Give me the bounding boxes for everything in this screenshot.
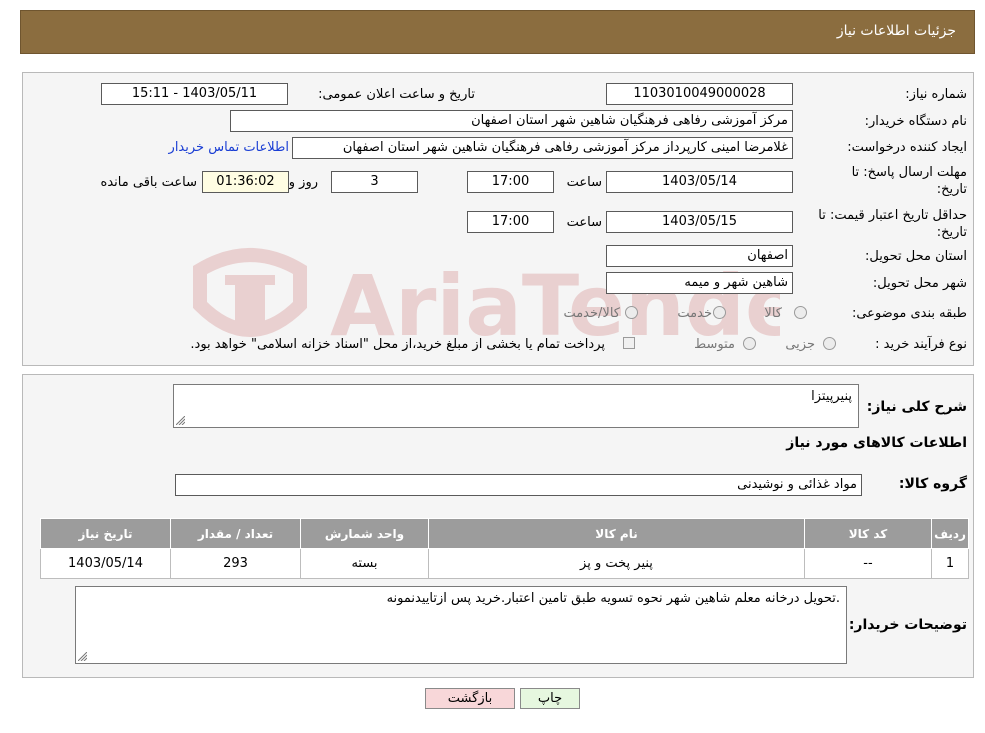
buyer-org-field[interactable]: مرکز آموزشی رفاهی فرهنگیان شاهین شهر است… — [230, 110, 793, 132]
resize-grip-icon[interactable] — [78, 652, 87, 661]
buyer-notes-text: .تحویل درخانه معلم شاهین شهر نحوه تسویه … — [386, 591, 840, 606]
table-header-row: ردیف کد کالا نام کالا واحد شمارش تعداد /… — [40, 518, 969, 549]
deadline-time-field[interactable]: 17:00 — [467, 171, 554, 193]
print-button[interactable]: چاپ — [520, 688, 580, 709]
process-minor-radio[interactable] — [823, 337, 836, 350]
back-button[interactable]: بازگشت — [425, 688, 515, 709]
col-goods-code: کد کالا — [804, 518, 932, 549]
announce-date-label: تاریخ و ساعت اعلان عمومی: — [318, 87, 475, 102]
province-label: استان محل تحویل: — [865, 249, 967, 264]
process-medium-label: متوسط — [694, 337, 735, 352]
category-label: طبقه بندی موضوعی: — [851, 306, 967, 321]
col-row-number: ردیف — [931, 518, 969, 549]
validity-label-date: تاریخ: — [936, 225, 967, 240]
summary-label: شرح کلی نیاز: — [866, 399, 967, 415]
province-field[interactable]: اصفهان — [606, 245, 793, 267]
goods-group-field[interactable]: مواد غذائی و نوشیدنی — [175, 474, 862, 496]
buyer-notes-textarea[interactable]: .تحویل درخانه معلم شاهین شهر نحوه تسویه … — [75, 586, 847, 664]
deadline-label: مهلت ارسال پاسخ: تا — [851, 165, 967, 180]
resize-grip-icon[interactable] — [176, 416, 185, 425]
buyer-notes-label: توضیحات خریدار: — [848, 617, 967, 633]
city-field[interactable]: شاهین شهر و میمه — [606, 272, 793, 294]
cell-row-number: 1 — [931, 548, 969, 579]
validity-label: حداقل تاریخ اعتبار قیمت: تا — [818, 208, 967, 223]
announce-date-field[interactable]: 1403/05/11 - 15:11 — [101, 83, 288, 105]
col-quantity: تعداد / مقدار — [170, 518, 301, 549]
process-type-label: نوع فرآیند خرید : — [875, 337, 967, 352]
process-medium-radio[interactable] — [743, 337, 756, 350]
category-service-radio[interactable] — [713, 306, 726, 319]
payment-note: پرداخت تمام یا بخشی از مبلغ خرید،از محل … — [190, 337, 605, 352]
need-number-label: شماره نیاز: — [905, 87, 967, 102]
col-need-date: تاریخ نیاز — [40, 518, 171, 549]
creator-field[interactable]: غلامرضا امینی کارپرداز مرکز آموزشی رفاهی… — [292, 137, 793, 159]
category-goods-service-label: کالا/خدمت — [563, 306, 620, 321]
category-goods-radio[interactable] — [794, 306, 807, 319]
remaining-time-field[interactable]: 01:36:02 — [202, 171, 289, 193]
cell-unit: بسته — [300, 548, 429, 579]
buyer-org-label: نام دستگاه خریدار: — [864, 114, 967, 129]
remaining-time-label: ساعت باقی مانده — [100, 175, 197, 190]
treasury-checkbox[interactable] — [623, 337, 635, 349]
days-label: روز و — [288, 175, 318, 190]
goods-group-label: گروه کالا: — [898, 476, 967, 492]
creator-label: ایجاد کننده درخواست: — [847, 140, 967, 155]
category-service-label: خدمت — [677, 306, 712, 321]
summary-textarea[interactable]: پنیرپیتزا — [173, 384, 859, 428]
cell-quantity: 293 — [170, 548, 301, 579]
category-goods-service-radio[interactable] — [625, 306, 638, 319]
table-row: 1 -- پنیر پخت و پز بسته 293 1403/05/14 — [40, 548, 969, 579]
page-title: جزئیات اطلاعات نیاز — [836, 23, 956, 39]
need-number-field[interactable]: 1103010049000028 — [606, 83, 793, 105]
validity-time-field[interactable]: 17:00 — [467, 211, 554, 233]
city-label: شهر محل تحویل: — [872, 276, 967, 291]
process-minor-label: جزیی — [785, 337, 815, 352]
goods-table: ردیف کد کالا نام کالا واحد شمارش تعداد /… — [40, 518, 969, 579]
validity-date-field[interactable]: 1403/05/15 — [606, 211, 793, 233]
validity-time-label: ساعت — [566, 215, 602, 230]
cell-goods-code: -- — [804, 548, 932, 579]
cell-need-date: 1403/05/14 — [40, 548, 171, 579]
page-header: جزئیات اطلاعات نیاز — [20, 10, 975, 54]
deadline-time-label: ساعت — [566, 175, 602, 190]
buyer-contact-link[interactable]: اطلاعات تماس خریدار — [169, 140, 289, 155]
category-goods-label: کالا — [764, 306, 782, 321]
summary-text: پنیرپیتزا — [811, 389, 852, 404]
goods-info-title: اطلاعات کالاهای مورد نیاز — [786, 435, 967, 451]
deadline-label-date: تاریخ: — [936, 182, 967, 197]
col-unit: واحد شمارش — [300, 518, 429, 549]
col-goods-name: نام کالا — [428, 518, 805, 549]
deadline-date-field[interactable]: 1403/05/14 — [606, 171, 793, 193]
days-remaining-field[interactable]: 3 — [331, 171, 418, 193]
cell-goods-name: پنیر پخت و پز — [428, 548, 805, 579]
